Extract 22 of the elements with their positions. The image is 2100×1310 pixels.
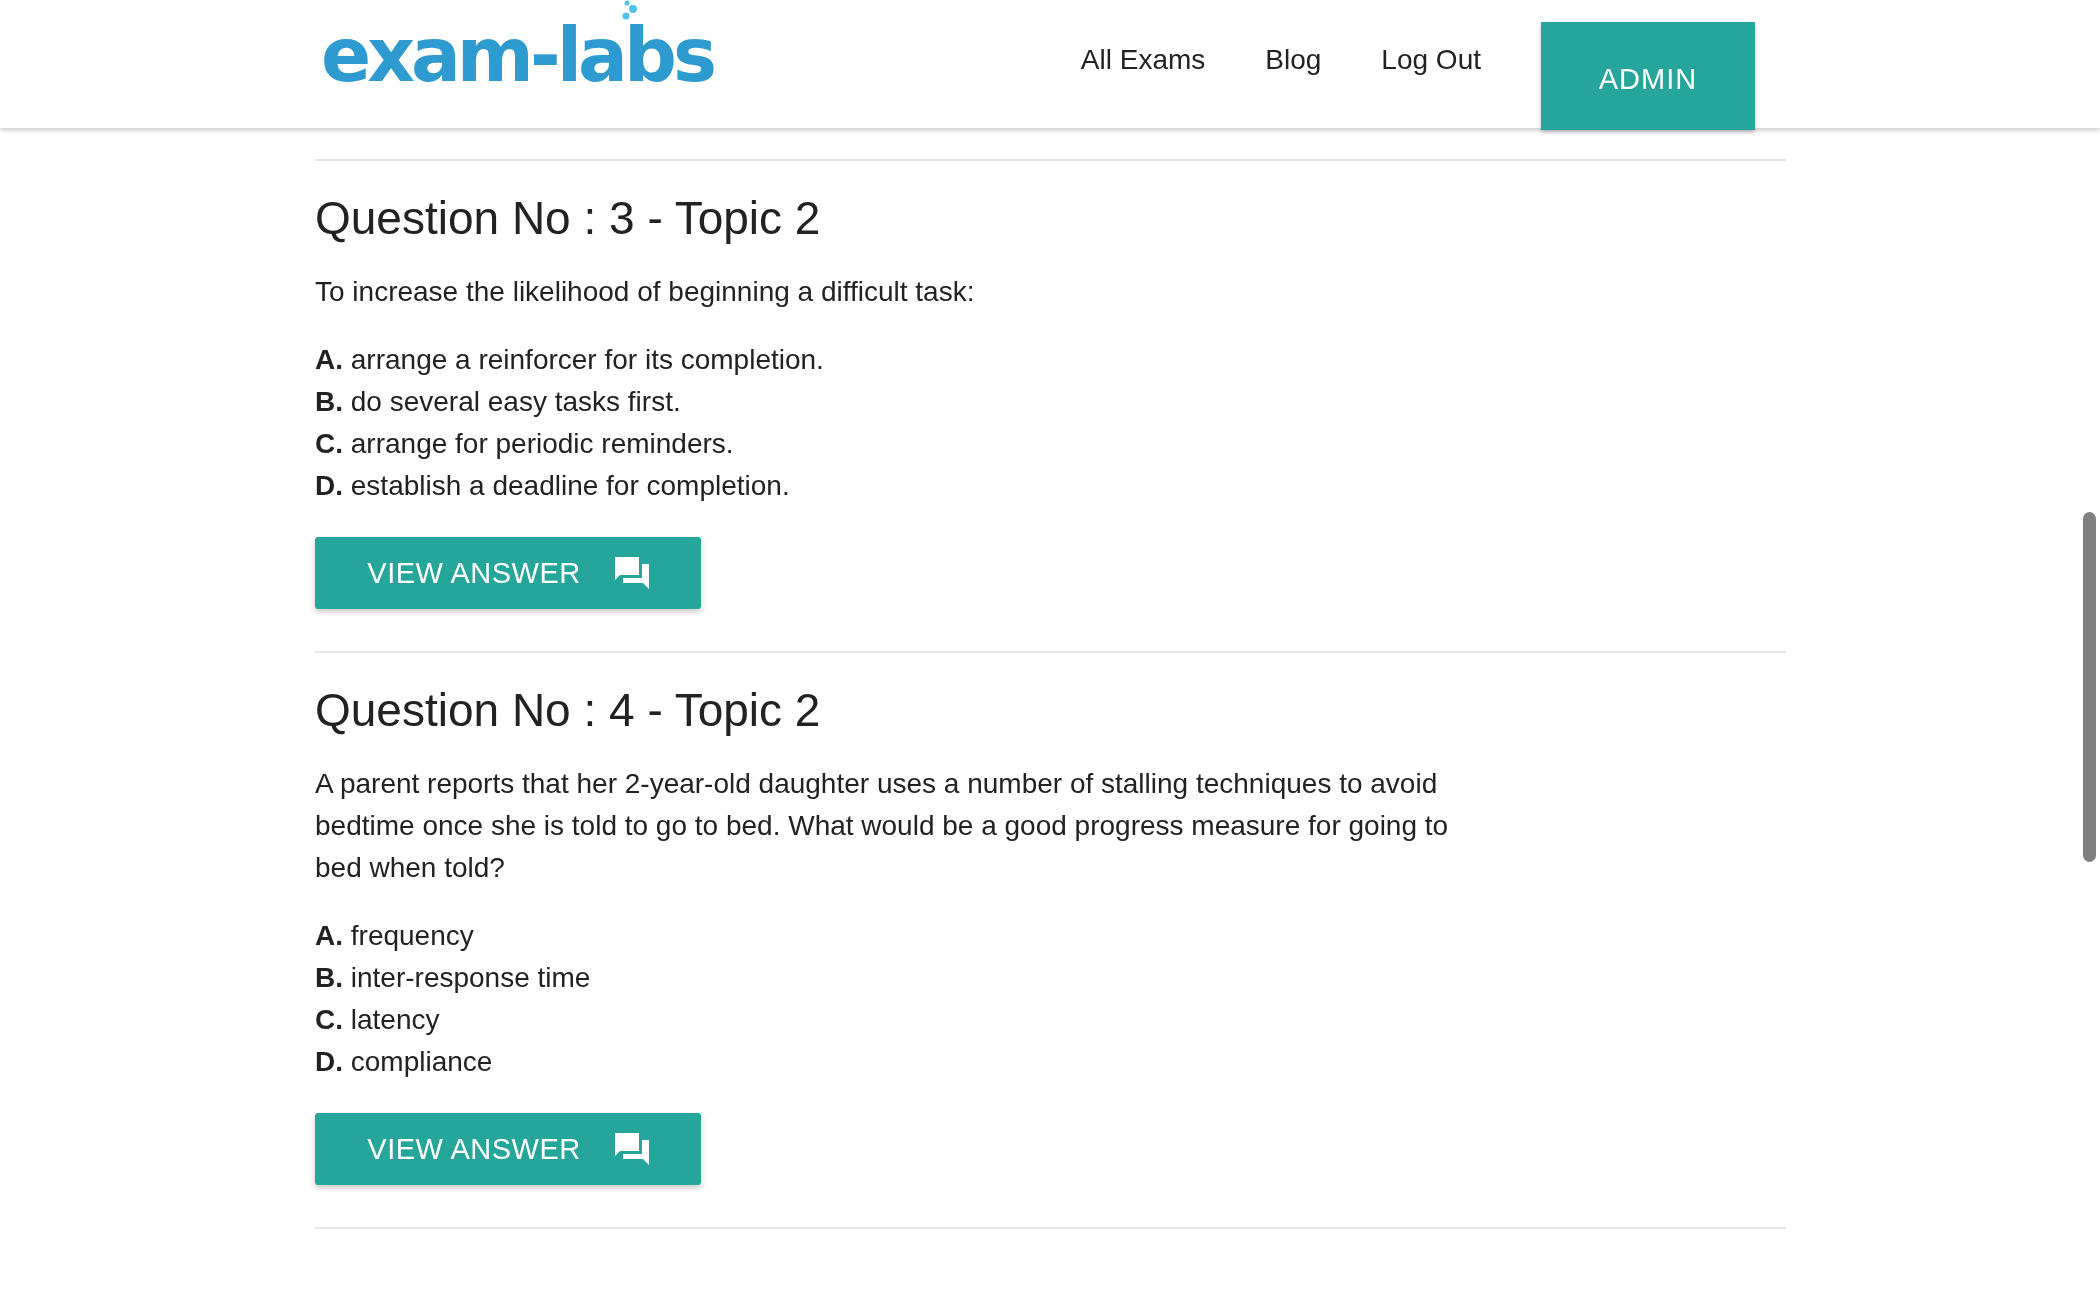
answer-option: A. arrange a reinforcer for its completion. xyxy=(315,339,1786,381)
question-text: To increase the likelihood of beginning a difficult task: xyxy=(315,275,976,309)
nav-link[interactable]: All Exams xyxy=(1080,44,1206,76)
scrollbar-thumb[interactable] xyxy=(2083,512,2096,862)
view-answer-button[interactable]: VIEW ANSWER xyxy=(315,537,701,609)
answer-option: C. arrange for periodic reminders. xyxy=(315,423,1786,465)
answer-option: D. establish a deadline for completion. xyxy=(315,465,1786,507)
chat-icon xyxy=(614,1133,649,1165)
answer-option: B. inter-response time xyxy=(315,957,1786,999)
admin-button[interactable]: ADMIN xyxy=(1541,22,1755,130)
question-text: A parent reports that her 2-year-old daughter uses a number of stalling techniques to avoid bedtime once she is told to go to bed. What would be a good progress measure for going to bed when told? xyxy=(315,767,1450,885)
question-title: Question No : 4 - Topic 2 xyxy=(315,683,822,737)
answer-option: B. do several easy tasks first. xyxy=(315,381,1786,423)
view-answer-button[interactable]: VIEW ANSWER xyxy=(315,1113,701,1185)
logo[interactable]: exam-labs xyxy=(321,18,713,92)
question-title: Question No : 3 - Topic 2 xyxy=(315,191,822,245)
nav-link[interactable]: Blog xyxy=(1265,44,1322,76)
answer-option: A. frequency xyxy=(315,915,1786,957)
nav-link[interactable]: Log Out xyxy=(1381,44,1481,76)
chat-icon xyxy=(614,557,649,589)
answer-option: D. compliance xyxy=(315,1041,1786,1083)
answer-option: C. latency xyxy=(315,999,1786,1041)
